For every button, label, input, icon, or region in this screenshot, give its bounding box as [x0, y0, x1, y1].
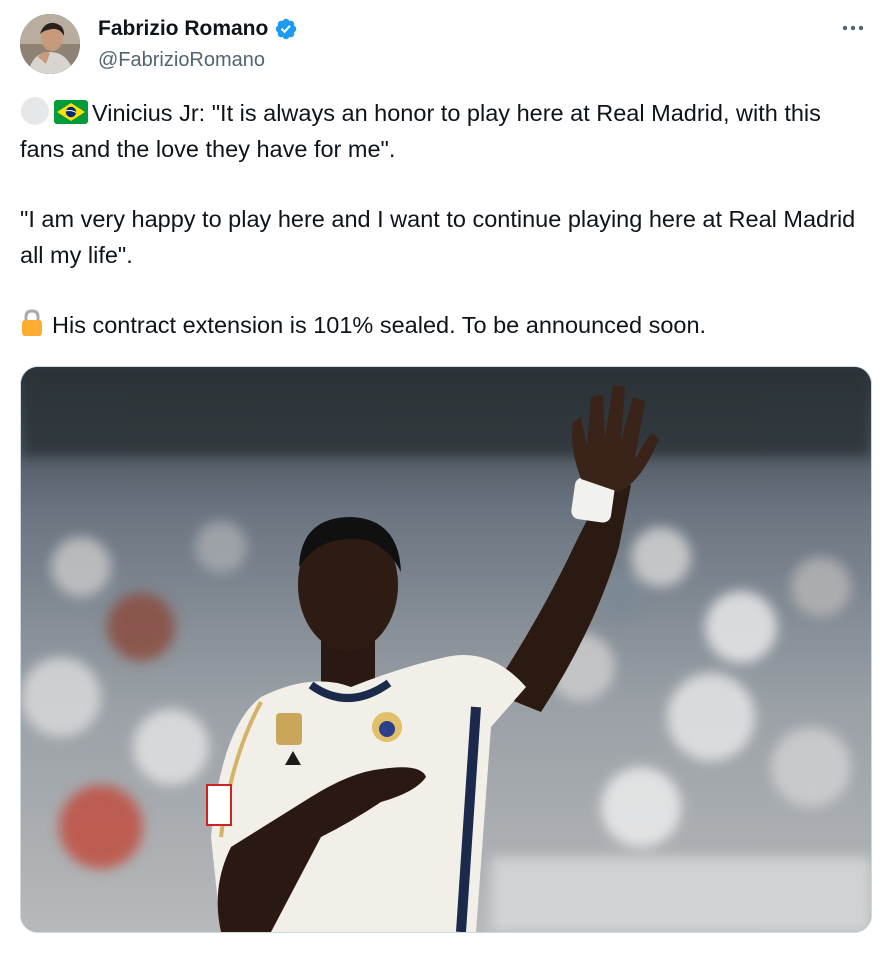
- author-avatar[interactable]: [20, 14, 80, 74]
- ellipsis-icon: [842, 25, 864, 31]
- author-name-row: Fabrizio Romano: [98, 16, 298, 42]
- tweet-paragraph-1-text: Vinicius Jr: "It is always an honor to p…: [20, 100, 821, 162]
- profile-photo-icon: [20, 14, 80, 74]
- tweet-card: Fabrizio Romano @FabrizioRomano Vinicius…: [0, 0, 881, 953]
- player-photo: [21, 367, 871, 932]
- brazil-flag-emoji-icon: [54, 100, 88, 124]
- laliga-patch-icon: [276, 713, 302, 745]
- more-options-button[interactable]: [839, 16, 867, 40]
- white-circle-emoji-icon: [21, 97, 49, 125]
- tweet-paragraph-2: "I am very happy to play here and I want…: [20, 206, 856, 268]
- author-handle[interactable]: @FabrizioRomano: [98, 47, 265, 73]
- verified-badge-icon: [276, 18, 297, 40]
- tweet-text: Vinicius Jr: "It is always an honor to p…: [20, 95, 865, 343]
- tweet-paragraph-3: His contract extension is 101% sealed. T…: [20, 307, 865, 343]
- tweet-paragraph-3-text: His contract extension is 101% sealed. T…: [52, 312, 707, 338]
- author-display-name[interactable]: Fabrizio Romano: [98, 16, 268, 42]
- tweet-media-photo[interactable]: [20, 366, 872, 933]
- lock-emoji-icon: [22, 309, 42, 336]
- tweet-paragraph-1: Vinicius Jr: "It is always an honor to p…: [20, 95, 865, 167]
